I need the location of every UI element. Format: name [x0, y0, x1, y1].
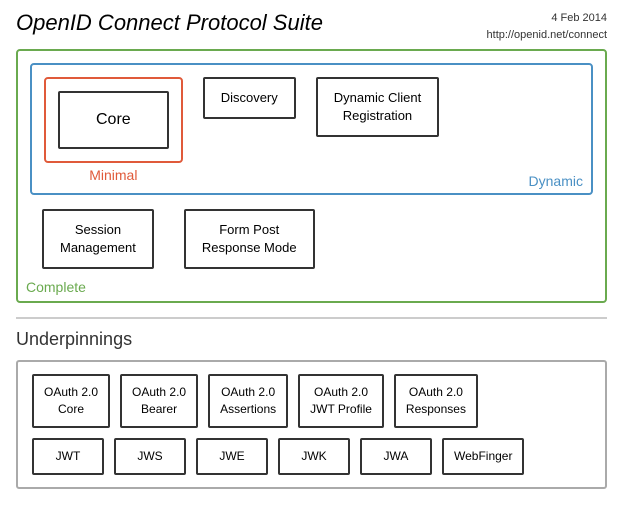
minimal-label: Minimal — [89, 167, 137, 183]
dcr-box: Dynamic ClientRegistration — [316, 77, 439, 137]
list-item: WebFinger — [442, 438, 524, 475]
header-date: 4 Feb 2014 — [487, 10, 607, 27]
underpinnings-title: Underpinnings — [16, 329, 607, 350]
list-item: OAuth 2.0Bearer — [120, 374, 198, 428]
complete-label: Complete — [26, 279, 86, 295]
list-item: JWT — [32, 438, 104, 475]
underpinnings-section: Underpinnings OAuth 2.0Core OAuth 2.0Bea… — [16, 317, 607, 488]
main-title: OpenID Connect Protocol Suite — [16, 10, 323, 36]
underpinnings-row-2: JWT JWS JWE JWK JWA WebFinger — [32, 438, 591, 475]
core-box: Core — [58, 91, 169, 149]
list-item: JWE — [196, 438, 268, 475]
minimal-box: Core Minimal — [44, 77, 183, 163]
dynamic-box: Core Minimal Discovery Dynamic ClientReg… — [30, 63, 593, 195]
list-item: OAuth 2.0Assertions — [208, 374, 288, 428]
header-url: http://openid.net/connect — [487, 27, 607, 44]
form-post-box: Form PostResponse Mode — [184, 209, 315, 269]
session-label: SessionManagement — [60, 222, 136, 255]
dcr-label: Dynamic ClientRegistration — [334, 90, 421, 123]
underpinnings-box: OAuth 2.0Core OAuth 2.0Bearer OAuth 2.0A… — [16, 360, 607, 488]
complete-box: Core Minimal Discovery Dynamic ClientReg… — [16, 49, 607, 303]
list-item: JWK — [278, 438, 350, 475]
header: OpenID Connect Protocol Suite 4 Feb 2014… — [16, 10, 607, 43]
underpinnings-row-1: OAuth 2.0Core OAuth 2.0Bearer OAuth 2.0A… — [32, 374, 591, 428]
list-item: JWS — [114, 438, 186, 475]
dynamic-label: Dynamic — [529, 173, 583, 189]
header-right: 4 Feb 2014 http://openid.net/connect — [487, 10, 607, 43]
list-item: JWA — [360, 438, 432, 475]
dynamic-top-row: Core Minimal Discovery Dynamic ClientReg… — [44, 77, 579, 167]
list-item: OAuth 2.0JWT Profile — [298, 374, 384, 428]
complete-bottom-row: SessionManagement Form PostResponse Mode — [30, 209, 593, 269]
list-item: OAuth 2.0Core — [32, 374, 110, 428]
list-item: OAuth 2.0Responses — [394, 374, 478, 428]
form-post-label: Form PostResponse Mode — [202, 222, 297, 255]
discovery-label: Discovery — [221, 90, 278, 105]
dynamic-right-boxes: Discovery Dynamic ClientRegistration — [203, 77, 579, 137]
discovery-box: Discovery — [203, 77, 296, 119]
dynamic-left: Core Minimal — [44, 77, 183, 167]
session-management-box: SessionManagement — [42, 209, 154, 269]
core-label: Core — [96, 111, 131, 128]
